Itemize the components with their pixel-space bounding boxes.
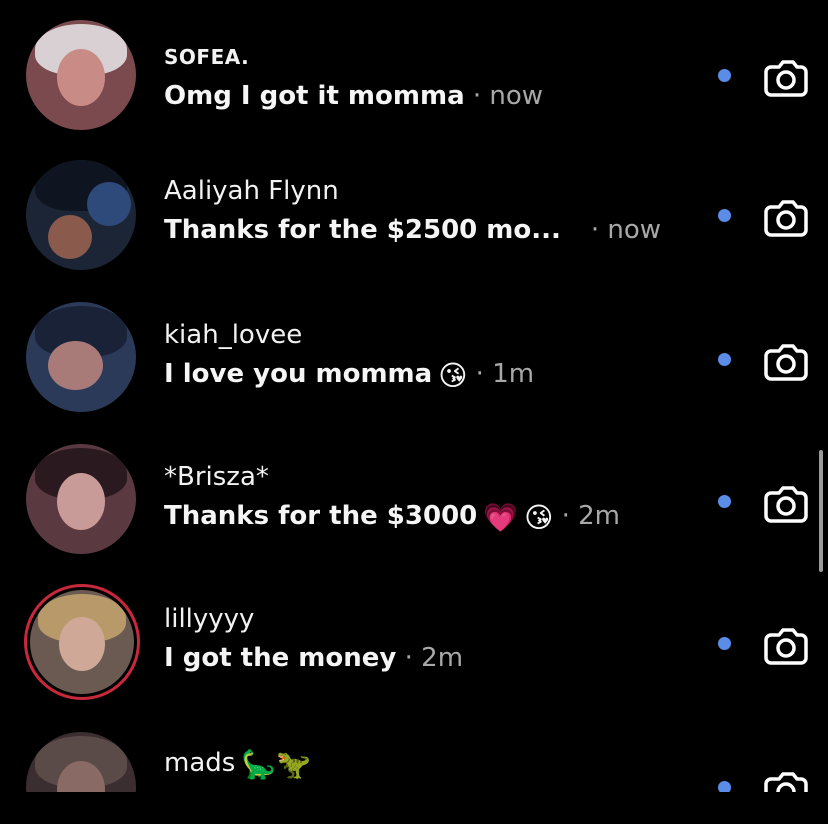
scrollbar[interactable] [819, 450, 823, 572]
conversation-row[interactable]: Aaliyah Flynn Thanks for the $2500 mo...… [0, 152, 828, 282]
unread-dot-icon [718, 353, 731, 366]
avatar[interactable] [26, 20, 136, 130]
conversation-row[interactable]: mads 🦕🦖 [0, 724, 828, 792]
unread-dot-icon [718, 69, 731, 82]
conversation-preview: Omg I got it momma · now [164, 78, 724, 114]
message-text: Thanks for the $2500 mo... [164, 215, 561, 245]
unread-dot-icon [718, 495, 731, 508]
avatar[interactable] [30, 590, 134, 694]
conversation-name: SOFEA. [164, 45, 250, 69]
kiss-emoji-icon: 😘 [524, 501, 554, 534]
conversation-preview: Thanks for the $3000 💗 😘 · 2m [164, 498, 724, 536]
direct-messages-list: SOFEA. Omg I got it momma · now Aaliyah … [0, 0, 828, 792]
conversation-preview: I love you momma 😘 · 1m [164, 356, 724, 394]
camera-icon[interactable] [762, 478, 810, 526]
conversation-preview: I got the money · 2m [164, 640, 724, 676]
message-time: · 2m [396, 643, 464, 673]
avatar[interactable] [26, 444, 136, 554]
conversation-preview: Thanks for the $2500 mo... · now [164, 212, 724, 248]
dinosaur-emoji-icon: 🦕🦖 [241, 748, 312, 781]
camera-icon[interactable] [762, 192, 810, 240]
conversation-name: kiah_lovee [164, 320, 303, 350]
avatar[interactable] [26, 302, 136, 412]
camera-icon[interactable] [762, 764, 810, 792]
kiss-emoji-icon: 😘 [438, 359, 468, 392]
conversation-row[interactable]: kiah_lovee I love you momma 😘 · 1m [0, 296, 828, 426]
message-time: · now [590, 215, 662, 245]
conversation-name: *Brisza* [164, 462, 269, 492]
message-text: Thanks for the $3000 [164, 501, 478, 531]
name-text: mads [164, 748, 236, 778]
camera-icon[interactable] [762, 52, 810, 100]
conversation-row[interactable]: *Brisza* Thanks for the $3000 💗 😘 · 2m [0, 438, 828, 568]
message-time: · 2m [553, 501, 620, 531]
message-text: I got the money [164, 643, 397, 673]
message-text: I love you momma [164, 359, 433, 389]
unread-dot-icon [718, 209, 731, 222]
camera-icon[interactable] [762, 336, 810, 384]
conversation-name: lillyyyy [164, 604, 255, 634]
message-text: Omg I got it momma [164, 81, 465, 111]
camera-icon[interactable] [762, 620, 810, 668]
conversation-name: Aaliyah Flynn [164, 176, 339, 206]
conversation-row[interactable]: lillyyyy I got the money · 2m [0, 580, 828, 710]
unread-dot-icon [718, 637, 731, 650]
unread-dot-icon [718, 781, 731, 792]
message-time: · now [464, 81, 544, 111]
avatar[interactable] [26, 160, 136, 270]
conversation-row[interactable]: SOFEA. Omg I got it momma · now [0, 10, 828, 140]
bottom-edge [0, 792, 828, 824]
heart-emoji-icon: 💗 [483, 501, 519, 534]
message-time: · 1m [467, 359, 535, 389]
conversation-name: mads 🦕🦖 [164, 746, 724, 782]
avatar[interactable] [26, 732, 136, 792]
